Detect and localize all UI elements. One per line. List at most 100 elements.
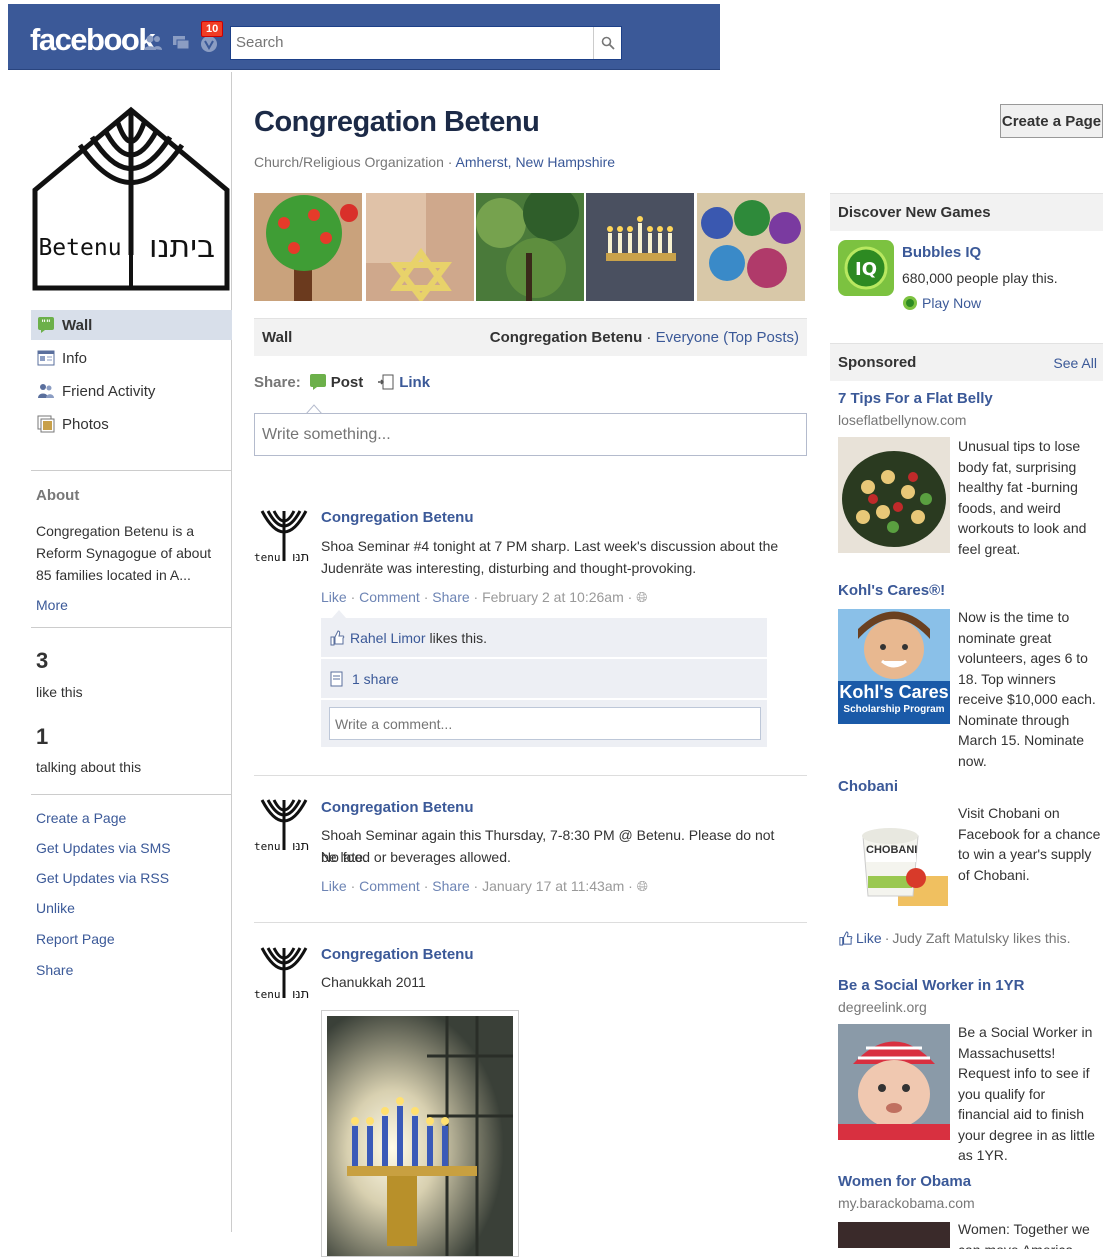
avatar-text-right: ּתנו	[292, 550, 309, 563]
play-now-label: Play Now	[922, 295, 982, 311]
search-input[interactable]	[236, 34, 586, 51]
get-updates-sms-link[interactable]: Get Updates via SMS	[36, 840, 171, 856]
ad-image[interactable]: CHOBANI	[838, 806, 950, 918]
page-title: Congregation Betenu	[254, 106, 540, 138]
see-all-link[interactable]: See All	[1053, 355, 1097, 371]
status-composer[interactable]	[254, 413, 807, 456]
report-page-link[interactable]: Report Page	[36, 931, 115, 947]
post-author-link[interactable]: Congregation Betenu	[321, 509, 474, 526]
bubbles-iq-icon[interactable]: IQ	[838, 240, 894, 296]
post-author-link[interactable]: Congregation Betenu	[321, 799, 474, 816]
like-link[interactable]: Like	[321, 878, 347, 894]
ad-image[interactable]	[838, 437, 950, 553]
ad-image-text: Kohl's Cares	[839, 682, 949, 702]
get-updates-rss-link[interactable]: Get Updates via RSS	[36, 870, 169, 886]
wall-filter-link[interactable]: Everyone (Top Posts)	[656, 329, 799, 346]
ad-image[interactable]	[838, 1222, 950, 1248]
facebook-logo[interactable]: facebook	[30, 22, 156, 58]
share-count-icon	[330, 671, 343, 686]
ad-title-link[interactable]: Kohl's Cares®!	[838, 582, 945, 599]
wall-header-bar: Wall Congregation Betenu · Everyone (Top…	[254, 318, 807, 356]
sidebar-item-friend-activity[interactable]: Friend Activity	[31, 376, 232, 406]
sidebar-item-label: Info	[62, 349, 88, 367]
photo-strip-item[interactable]	[254, 193, 362, 301]
share-row: Share: Post Link	[254, 373, 430, 391]
thumbs-up-icon	[839, 930, 853, 946]
share-link[interactable]: Share	[432, 589, 469, 605]
post-author-avatar[interactable]: tenu ּתנו	[254, 792, 314, 852]
comment-input[interactable]	[329, 707, 761, 740]
photo-strip-item[interactable]	[366, 193, 474, 303]
search-box	[230, 26, 622, 60]
ad-title-link[interactable]: Women for Obama	[838, 1173, 971, 1190]
ufi-shares-row: 1 share	[321, 659, 767, 699]
game-small-icon	[903, 296, 917, 310]
ad-image[interactable]	[838, 1024, 950, 1140]
sidebar-item-label: Wall	[62, 316, 93, 334]
post-photo[interactable]	[321, 1010, 519, 1257]
ad-body: Unusual tips to lose body fat, surprisin…	[958, 438, 1087, 557]
comment-link[interactable]: Comment	[359, 878, 420, 894]
post-author-avatar[interactable]: tenu ּתנו	[254, 503, 314, 563]
ad-image[interactable]: Kohl's Cares Scholarship Program	[838, 609, 950, 724]
page-location-link[interactable]: Amherst, New Hampshire	[456, 154, 616, 170]
ad-body: Women: Together we can move America forw…	[958, 1221, 1090, 1249]
search-button[interactable]	[593, 27, 621, 59]
share-page-link[interactable]: Share	[36, 962, 73, 978]
write-something-input[interactable]	[255, 414, 806, 455]
play-now-link[interactable]: Play Now	[902, 295, 981, 311]
ad-title-link[interactable]: Chobani	[838, 778, 898, 795]
photo-strip-item[interactable]	[476, 185, 584, 301]
post-separator	[254, 922, 807, 923]
like-link[interactable]: Like	[321, 589, 347, 605]
ad-like-link[interactable]: Like	[856, 930, 882, 946]
comment-link[interactable]: Comment	[359, 589, 420, 605]
ad-image-text: CHOBANI	[866, 844, 918, 856]
post-text-line: Judenräte was interesting, disturbing an…	[321, 560, 697, 576]
page-profile-picture[interactable]: Betenu ביתנו	[30, 105, 232, 295]
notification-count-badge: 10	[201, 21, 224, 37]
unlike-link[interactable]: Unlike	[36, 900, 75, 916]
post-author-avatar[interactable]: tenu ּתנו	[254, 940, 314, 1000]
ad-body: Visit Chobani on Facebook for a chance t…	[958, 805, 1101, 883]
ad-social-row: Like · Judy Zaft Matulsky likes this.	[838, 930, 1071, 946]
game-title-link[interactable]: Bubbles IQ	[902, 244, 981, 261]
photos-icon	[37, 415, 55, 433]
post-timestamp[interactable]: January 17 at 11:43am	[482, 878, 624, 894]
divider	[31, 627, 232, 628]
photo-strip-item[interactable]	[586, 193, 694, 301]
post-separator	[254, 775, 807, 776]
post-actions: Like · Comment · Share · February 2 at 1…	[321, 589, 648, 605]
sidebar-item-photos[interactable]: Photos	[31, 409, 232, 439]
liker-link[interactable]: Rahel Limor	[350, 630, 425, 646]
sponsored-heading: Sponsored See All	[830, 343, 1103, 381]
link-tab[interactable]: Link	[377, 373, 430, 391]
sidebar-item-info[interactable]: Info	[31, 343, 232, 373]
ad-title-link[interactable]: Be a Social Worker in 1YR	[838, 977, 1024, 994]
page-category: Church/Religious Organization	[254, 154, 444, 170]
svg-text:IQ: IQ	[855, 259, 877, 280]
post-author-link[interactable]: Congregation Betenu	[321, 946, 474, 963]
logo-text-hebrew: ביתנו	[149, 229, 215, 265]
photo-strip-item[interactable]	[697, 193, 805, 301]
post-tab[interactable]: Post	[309, 373, 363, 391]
about-more-link[interactable]: More	[36, 597, 68, 613]
ufi-caret	[332, 610, 346, 618]
page-subtitle: Church/Religious Organization · Amherst,…	[254, 154, 616, 170]
globe-icon: 🌐︎	[636, 589, 648, 605]
sidebar-item-wall[interactable]: "" Wall	[31, 310, 232, 340]
shares-count-link[interactable]: 1 share	[352, 671, 399, 687]
post-timestamp[interactable]: February 2 at 10:26am	[482, 589, 624, 605]
globe-icon: 🌐︎	[636, 878, 648, 894]
ad-title-link[interactable]: 7 Tips For a Flat Belly	[838, 390, 993, 407]
create-page-button[interactable]: Create a Page	[1000, 104, 1103, 138]
ad-body: Be a Social Worker in Massachusetts! Req…	[958, 1024, 1095, 1163]
share-link[interactable]: Share	[432, 878, 469, 894]
about-text: Congregation Betenu is a Reform Synagogu…	[36, 523, 212, 583]
likes-suffix: likes this.	[429, 629, 488, 646]
create-page-link[interactable]: Create a Page	[36, 810, 126, 826]
ad-domain: loseflatbellynow.com	[838, 412, 967, 428]
friend-requests-icon[interactable]	[143, 33, 163, 53]
messages-icon[interactable]	[171, 33, 191, 53]
svg-text:"": ""	[41, 319, 50, 329]
